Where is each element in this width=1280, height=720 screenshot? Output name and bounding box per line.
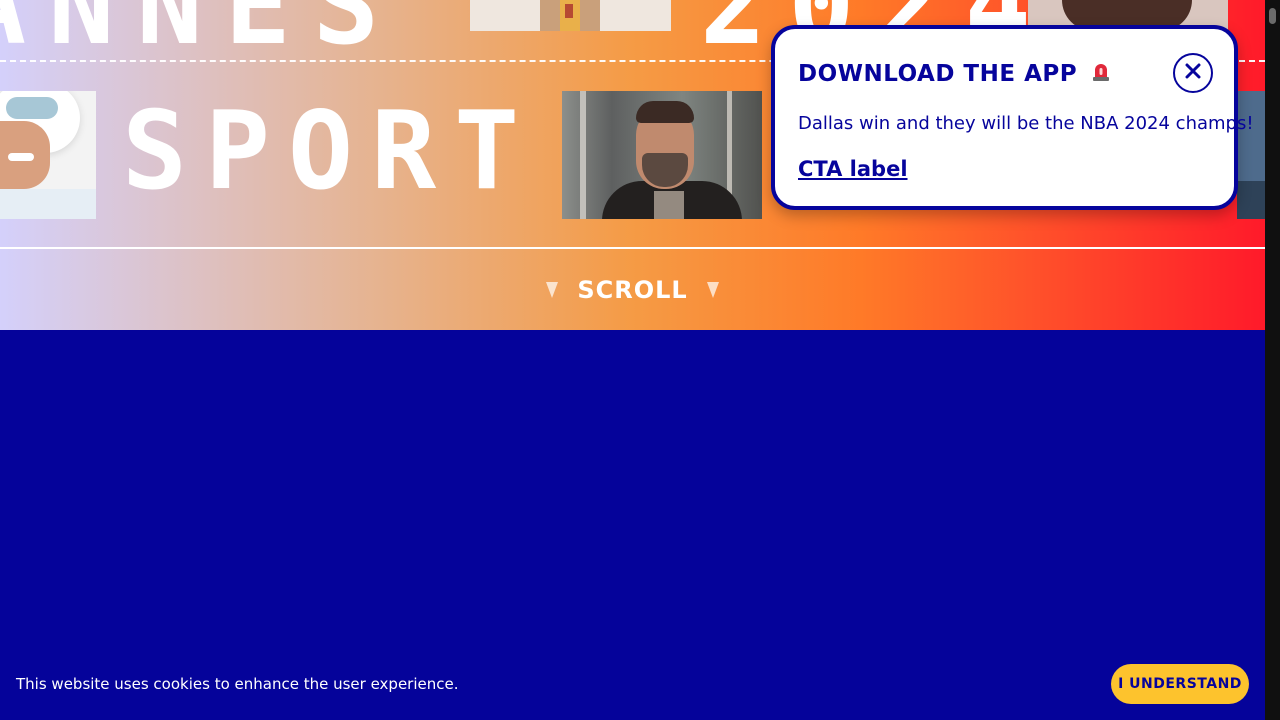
close-popup-button[interactable] <box>1173 53 1213 93</box>
accept-cookies-button[interactable]: I UNDERSTAND <box>1111 664 1249 704</box>
download-app-popup: DOWNLOAD THE APP Dallas win and they wil… <box>771 25 1254 210</box>
popup-cta-link[interactable]: CTA label <box>798 157 908 181</box>
triangle-down-icon <box>706 282 719 298</box>
hero-solid-divider <box>0 247 1265 249</box>
hero-photo-man <box>562 91 762 219</box>
popup-title: DOWNLOAD THE APP <box>798 61 1110 87</box>
siren-icon <box>1092 62 1110 82</box>
cookie-notice-text: This website uses cookies to enhance the… <box>16 675 459 693</box>
hero-photo-skier <box>0 91 96 219</box>
scroll-label: SCROLL <box>577 276 688 304</box>
hero-photo-edge <box>1237 91 1265 219</box>
hero-photo-suit <box>470 0 671 31</box>
hero-sport-heading: SPORT <box>122 89 538 214</box>
popup-title-text: DOWNLOAD THE APP <box>798 61 1078 87</box>
scroll-indicator[interactable]: SCROLL <box>0 276 1265 304</box>
vertical-scrollbar[interactable] <box>1265 0 1280 720</box>
close-icon <box>1185 63 1201 83</box>
popup-message: Dallas win and they will be the NBA 2024… <box>798 113 1254 134</box>
scrollbar-thumb[interactable] <box>1269 8 1276 24</box>
triangle-down-icon <box>546 282 559 298</box>
hero-top-word-left: ANNES <box>0 0 402 69</box>
